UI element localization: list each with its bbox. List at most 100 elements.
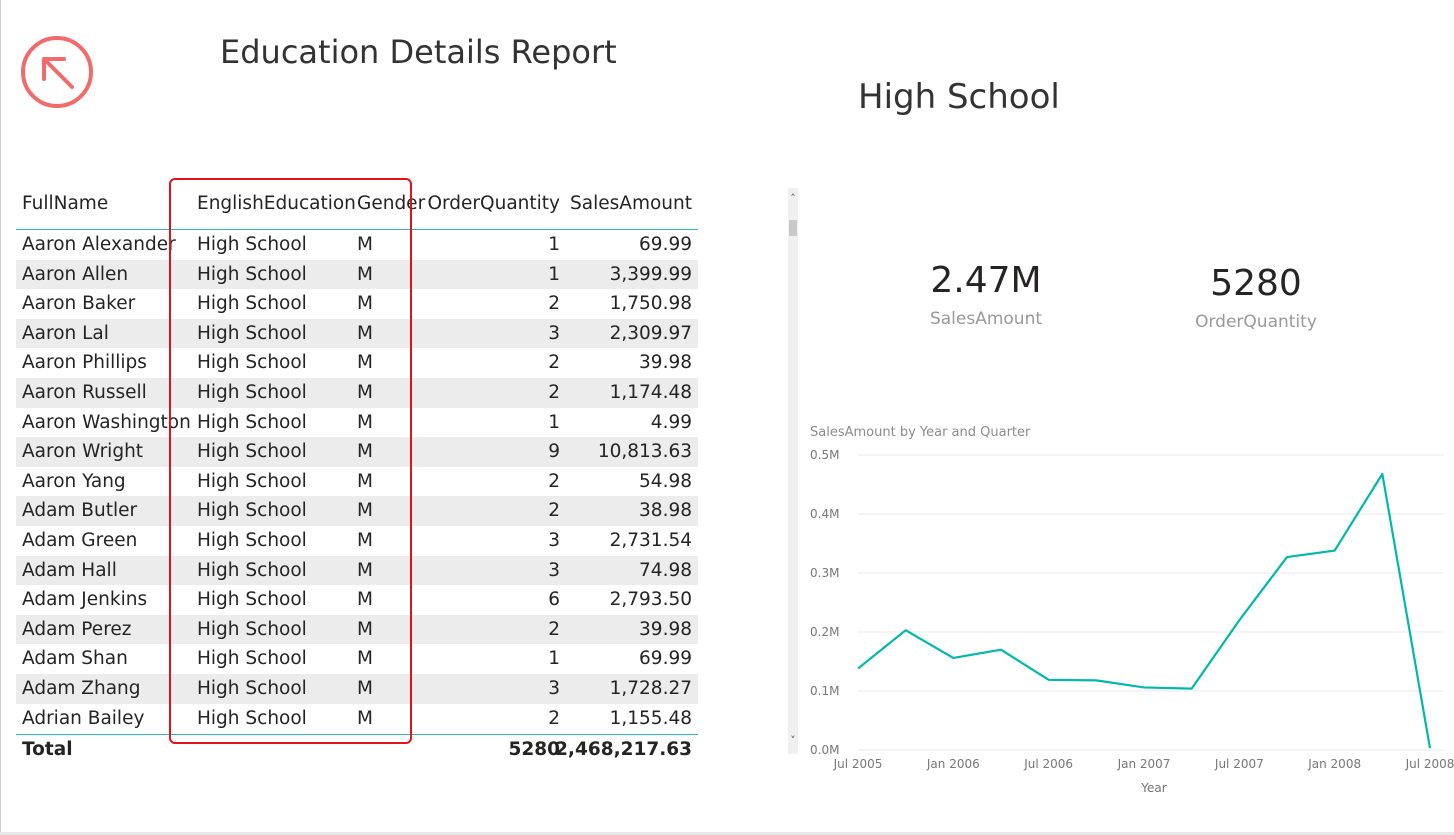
column-header-gender[interactable]: Gender (357, 193, 425, 214)
cell-fullname: Adam Butler (22, 500, 138, 522)
table-row[interactable]: Aaron Allen High School M 1 3,399.99 (16, 259, 698, 290)
cell-fullname: Aaron Washington (22, 411, 191, 433)
column-header-orderquantity[interactable]: OrderQuantity (427, 193, 560, 214)
cell-orderquantity: 1 (548, 648, 560, 670)
cell-englisheducation: High School (197, 352, 307, 374)
cell-fullname: Aaron Baker (22, 293, 136, 315)
cell-orderquantity: 2 (548, 470, 560, 492)
cell-salesamount: 3,399.99 (609, 263, 692, 285)
cell-gender: M (357, 441, 373, 463)
scroll-down-icon[interactable]: ˅ (788, 735, 798, 746)
cell-englisheducation: High School (197, 470, 307, 492)
cell-fullname: Adam Hall (22, 559, 117, 581)
cell-fullname: Adam Zhang (22, 677, 141, 699)
table-row[interactable]: Adam Perez High School M 2 39.98 (16, 614, 698, 645)
scroll-thumb[interactable] (789, 220, 797, 236)
x-tick-label: Jul 2006 (1023, 757, 1073, 771)
cell-fullname: Adam Jenkins (22, 589, 148, 611)
table-row[interactable]: Adam Butler High School M 2 38.98 (16, 496, 698, 526)
cell-englisheducation: High School (197, 263, 307, 285)
cell-englisheducation: High School (197, 234, 307, 255)
table-row[interactable]: Aaron Wright High School M 9 10,813.63 (16, 437, 698, 467)
back-button[interactable] (20, 35, 94, 109)
y-tick-label: 0.0M (810, 743, 839, 757)
x-tick-label: Jul 2008 (1405, 757, 1454, 771)
cell-salesamount: 10,813.63 (597, 441, 692, 463)
cell-gender: M (357, 470, 373, 492)
sales-amount-card[interactable]: 2.47M SalesAmount (906, 260, 1066, 329)
table-scrollbar[interactable]: ˄ ˅ (788, 188, 798, 754)
cell-fullname: Aaron Lal (22, 322, 109, 344)
cell-gender: M (357, 381, 373, 403)
cell-salesamount: 2,731.54 (609, 529, 692, 551)
order-quantity-card[interactable]: 5280 OrderQuantity (1176, 263, 1336, 332)
cell-englisheducation: High School (197, 500, 307, 522)
cell-orderquantity: 3 (548, 559, 560, 581)
table-row[interactable]: Aaron Phillips High School M 2 39.98 (16, 348, 698, 378)
cell-englisheducation: High School (197, 559, 307, 581)
cell-fullname: Aaron Allen (22, 263, 129, 285)
y-tick-label: 0.2M (810, 625, 839, 639)
table-row[interactable]: Aaron Russell High School M 2 1,174.48 (16, 377, 698, 408)
cell-gender: M (357, 559, 373, 581)
cell-englisheducation: High School (197, 529, 307, 551)
x-tick-label: Jan 2006 (926, 757, 980, 771)
y-tick-label: 0.4M (810, 507, 839, 521)
cell-salesamount: 39.98 (639, 618, 692, 640)
cell-gender: M (357, 500, 373, 522)
x-tick-label: Jul 2005 (833, 757, 883, 771)
sales-line-chart[interactable]: SalesAmount by Year and Quarter 0.0M 0.1M 0… (810, 420, 1454, 800)
cell-gender: M (357, 352, 373, 374)
cell-englisheducation: High School (197, 677, 307, 699)
y-tick-label: 0.1M (810, 684, 839, 698)
cell-orderquantity: 2 (548, 618, 560, 640)
x-axis-label: Year (1140, 781, 1166, 795)
table-row[interactable]: Adam Zhang High School M 3 1,728.27 (16, 673, 698, 704)
filter-title: High School (858, 77, 1060, 117)
cell-orderquantity: 2 (548, 352, 560, 374)
cell-englisheducation: High School (197, 707, 307, 729)
cell-orderquantity: 2 (548, 293, 560, 315)
table-row[interactable]: Aaron Yang High School M 2 54.98 (16, 467, 698, 497)
table-header: FullName EnglishEducation Gender OrderQu… (16, 188, 698, 230)
column-header-englisheducation[interactable]: EnglishEducation (197, 193, 356, 214)
table-row[interactable]: Adam Hall High School M 3 74.98 (16, 555, 698, 586)
table-row[interactable]: Aaron Lal High School M 3 2,309.97 (16, 318, 698, 349)
cell-englisheducation: High School (197, 322, 307, 344)
table-row[interactable]: Adrian Bailey High School M 2 1,155.48 (16, 704, 698, 734)
cell-gender: M (357, 529, 373, 551)
cell-fullname: Aaron Wright (22, 441, 144, 463)
report-title: Education Details Report (220, 33, 617, 71)
cell-englisheducation: High School (197, 411, 307, 433)
cell-salesamount: 1,728.27 (609, 677, 692, 699)
x-tick-label: Jul 2007 (1214, 757, 1264, 771)
total-order-quantity: 5280 (508, 739, 561, 760)
cell-orderquantity: 3 (548, 529, 560, 551)
cell-orderquantity: 2 (548, 500, 560, 522)
cell-orderquantity: 1 (548, 411, 560, 433)
cell-englisheducation: High School (197, 381, 307, 403)
table-row[interactable]: Aaron Alexander High School M 1 69.99 (16, 230, 698, 260)
cell-gender: M (357, 234, 373, 255)
cell-fullname: Aaron Phillips (22, 352, 147, 374)
table-row[interactable]: Adam Green High School M 3 2,731.54 (16, 526, 698, 556)
total-label: Total (22, 739, 73, 760)
column-header-fullname[interactable]: FullName (22, 193, 108, 214)
cell-gender: M (357, 648, 373, 670)
y-tick-label: 0.3M (810, 566, 839, 580)
arrow-up-left-circle-icon (21, 36, 93, 108)
cell-salesamount: 69.99 (639, 648, 692, 670)
cell-fullname: Adrian Bailey (22, 707, 145, 729)
cell-gender: M (357, 322, 373, 344)
table-row[interactable]: Aaron Baker High School M 2 1,750.98 (16, 289, 698, 319)
table-row[interactable]: Adam Shan High School M 1 69.99 (16, 644, 698, 674)
cell-salesamount: 1,750.98 (609, 293, 692, 315)
x-tick-label: Jan 2007 (1117, 757, 1171, 771)
cell-orderquantity: 9 (548, 441, 560, 463)
table-row[interactable]: Aaron Washington High School M 1 4.99 (16, 408, 698, 438)
table-row[interactable]: Adam Jenkins High School M 6 2,793.50 (16, 585, 698, 615)
scroll-up-icon[interactable]: ˄ (788, 193, 798, 204)
column-header-salesamount[interactable]: SalesAmount (570, 193, 692, 214)
cell-salesamount: 2,793.50 (609, 589, 692, 611)
order-quantity-label: OrderQuantity (1195, 312, 1317, 332)
